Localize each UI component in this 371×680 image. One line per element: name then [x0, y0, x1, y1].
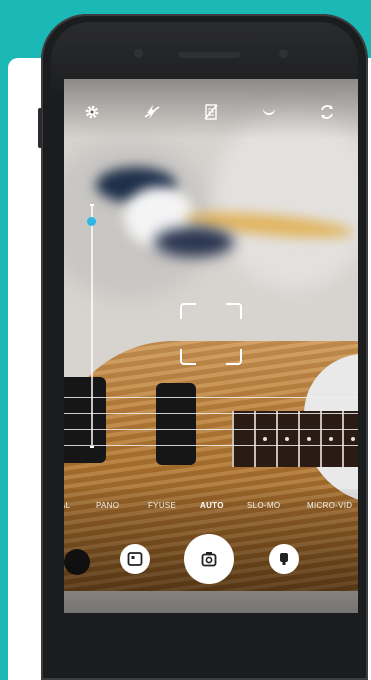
pickup-right: [156, 383, 196, 465]
flash-off-icon[interactable]: [139, 99, 165, 125]
shutter-camera-icon: [201, 552, 217, 567]
fretboard: [232, 411, 358, 467]
switch-camera-icon[interactable]: [314, 99, 340, 125]
guitar-string: [64, 397, 358, 398]
camera-top-toolbar: [64, 79, 358, 139]
mode-item[interactable]: SLO-MO: [247, 501, 280, 510]
mode-item[interactable]: FYUSE: [148, 501, 176, 510]
camera-viewfinder[interactable]: AL PANO FYUSE AUTO SLO-MO MICRO-VID: [64, 79, 358, 613]
zoom-slider[interactable]: [91, 205, 93, 445]
night-mode-icon[interactable]: [256, 99, 282, 125]
pickup-left: [64, 377, 106, 463]
blurred-guitar-edge: [154, 227, 234, 257]
shutter-button[interactable]: [184, 534, 234, 584]
video-mode-button[interactable]: [269, 544, 299, 574]
gallery-icon: [127, 552, 143, 566]
guitar-string: [64, 429, 358, 430]
guitar-string: [64, 445, 358, 446]
proximity-sensor: [279, 49, 288, 58]
gallery-button[interactable]: [120, 544, 150, 574]
guitar-string: [64, 413, 358, 414]
camera-mode-selector: AL PANO FYUSE AUTO SLO-MO MICRO-VID: [64, 501, 358, 517]
phone-bottom-bezel: [0, 613, 371, 680]
mode-item-selected[interactable]: AUTO: [200, 501, 224, 510]
mode-item[interactable]: AL: [64, 501, 70, 510]
mode-item[interactable]: MICRO-VID: [307, 501, 352, 510]
front-camera-icon: [134, 49, 143, 58]
gear-icon[interactable]: [79, 99, 105, 125]
zoom-min-mark: [90, 446, 94, 448]
earpiece-speaker: [178, 52, 240, 58]
mode-item[interactable]: PANO: [96, 501, 119, 510]
side-button: [38, 108, 42, 148]
focus-reticle: [180, 303, 242, 365]
zoom-max-mark: [90, 204, 94, 206]
video-record-icon: [280, 553, 288, 565]
hdr-off-icon[interactable]: [198, 99, 224, 125]
